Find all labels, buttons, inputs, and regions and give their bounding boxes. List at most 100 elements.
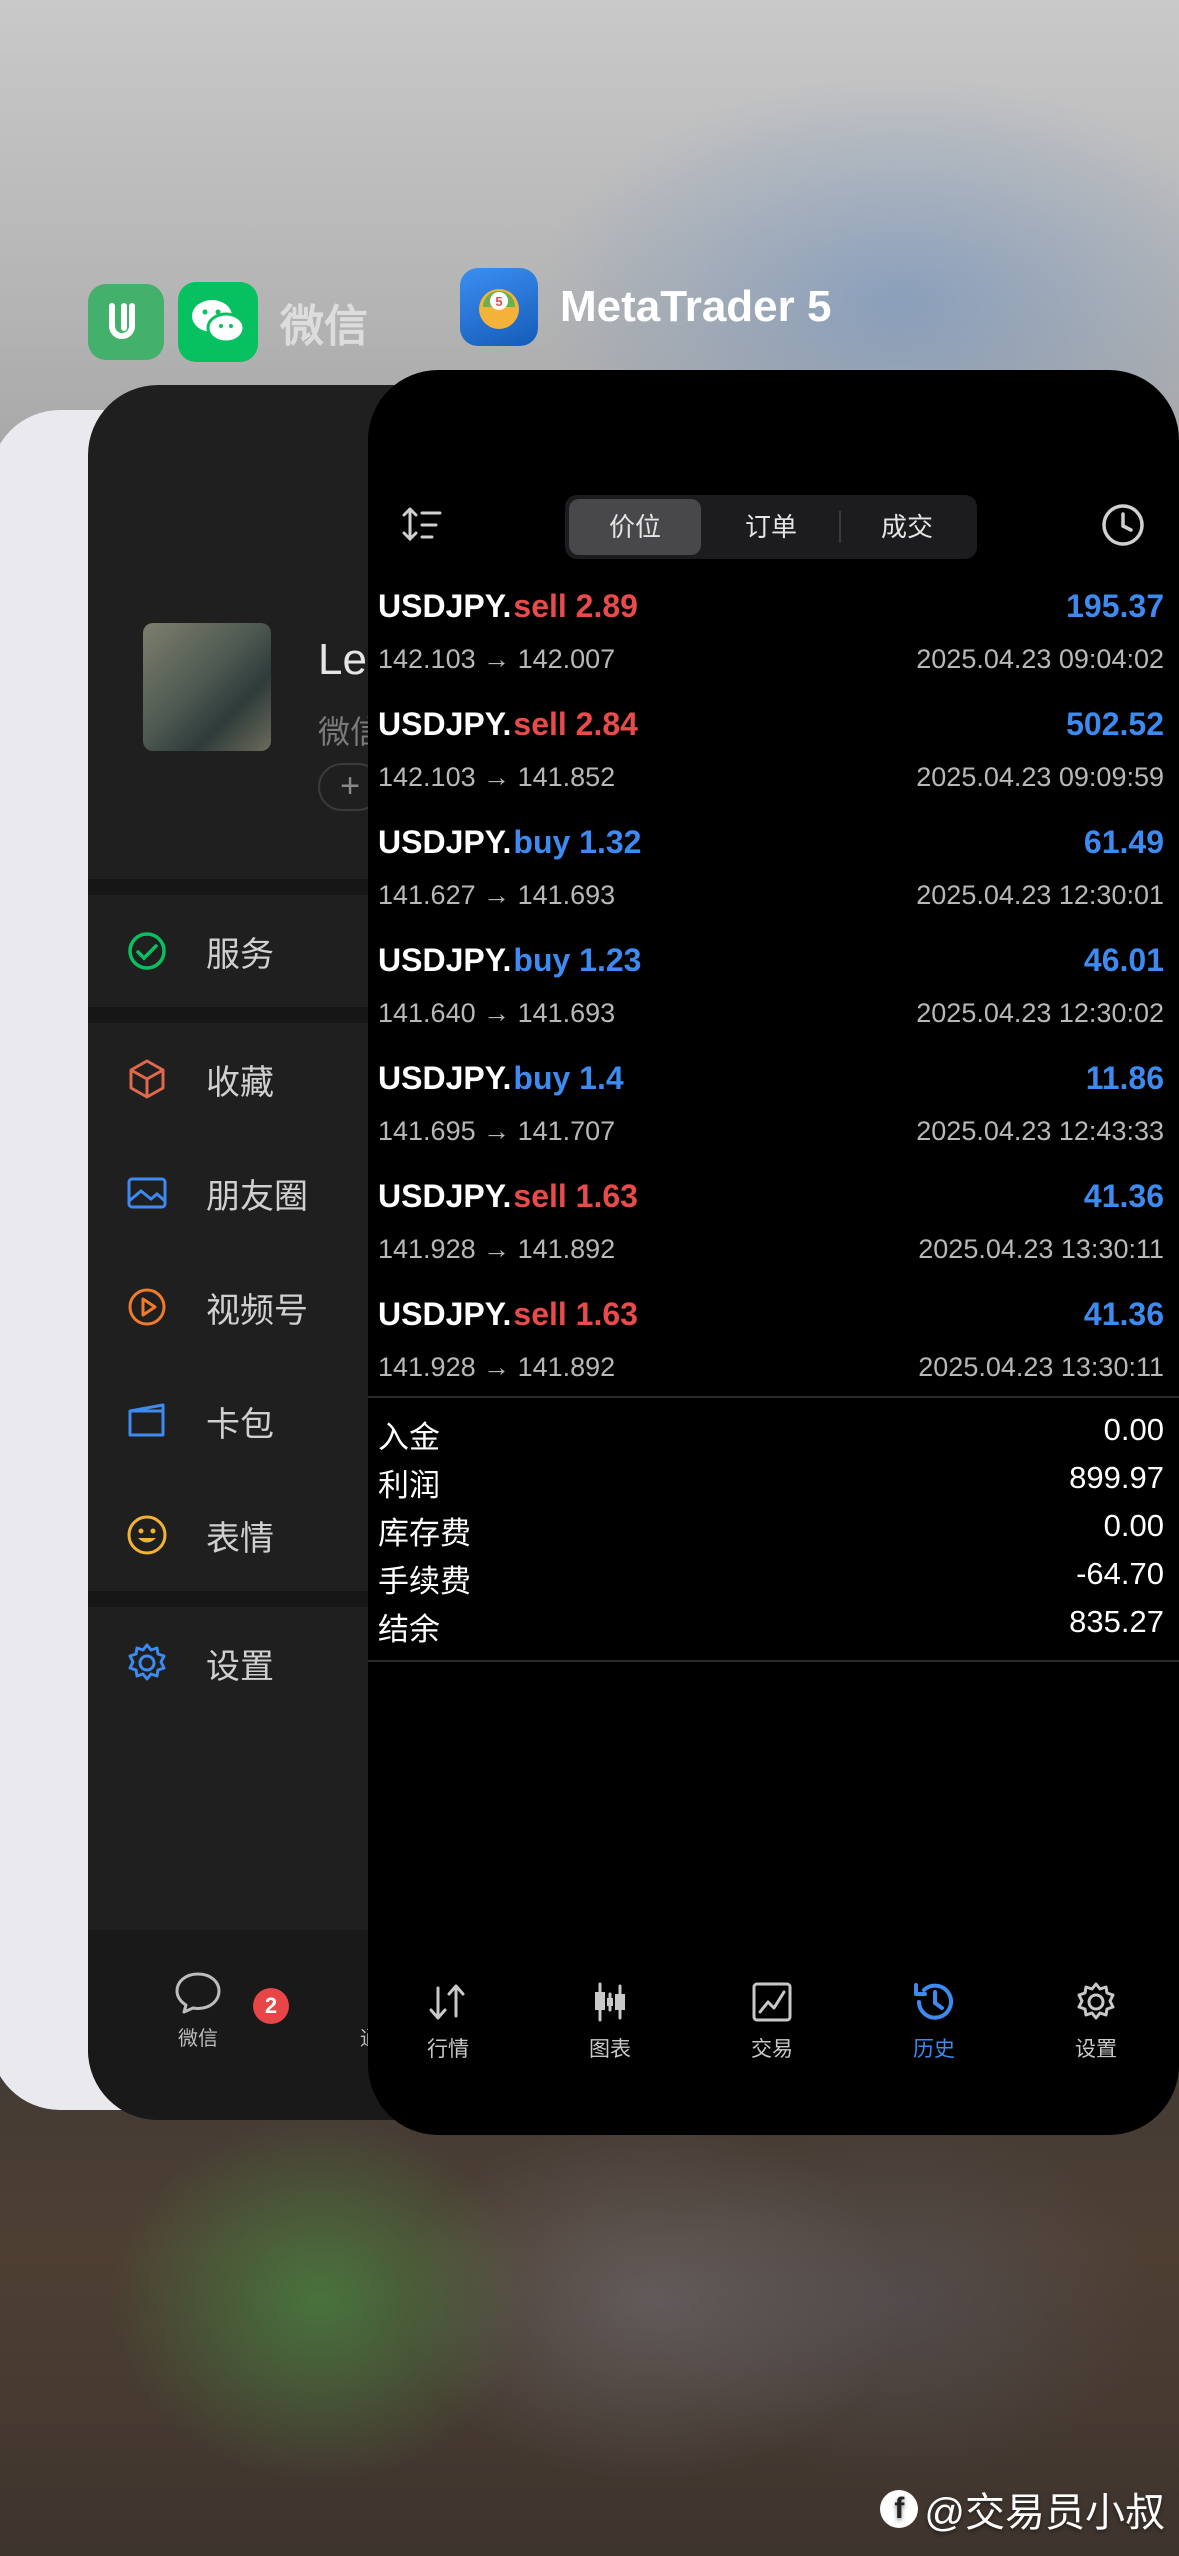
- deal-time: 2025.04.23 12:43:33: [916, 1116, 1164, 1146]
- tab-chats[interactable]: 微信 2: [148, 1970, 289, 2051]
- deal-row[interactable]: USDJPY.sell 2.84 502.52 142.103 → 141.85…: [378, 706, 1164, 824]
- deal-symbol-line: USDJPY.sell 1.63: [378, 1178, 638, 1215]
- deal-side: sell: [513, 1178, 567, 1214]
- deal-volume: 1.4: [579, 1060, 624, 1096]
- deal-symbol-line: USDJPY.buy 1.4: [378, 1060, 624, 1097]
- history-segmented-control: 价位 订单 成交: [565, 495, 977, 559]
- mt5-app-card[interactable]: 价位 订单 成交 USDJPY.sell 2.89 195.37 142.103…: [368, 370, 1179, 2135]
- wechat-app-label[interactable]: 微信: [88, 282, 368, 362]
- channels-play-icon: [124, 1284, 170, 1330]
- deal-side: sell: [513, 588, 567, 624]
- summary-label: 库存费: [378, 1516, 471, 1551]
- watermark-text: @交易员小叔: [924, 2491, 1165, 2535]
- profile-avatar[interactable]: [143, 623, 271, 751]
- deal-symbol-line: USDJPY.buy 1.23: [378, 942, 641, 979]
- watermark: f @交易员小叔: [880, 2480, 1165, 2538]
- tab-trade[interactable]: 交易: [712, 1977, 832, 2063]
- deal-time: 2025.04.23 09:09:59: [916, 762, 1164, 792]
- deal-prices: 141.640 → 141.693: [378, 998, 616, 1028]
- deal-symbol: USDJPY.: [378, 1060, 512, 1096]
- other-app-icon: [88, 284, 164, 360]
- deal-profit: 46.01: [1083, 942, 1164, 978]
- menu-item-label: 表情: [206, 1519, 274, 1558]
- deal-side: buy: [513, 1060, 571, 1096]
- deal-row[interactable]: USDJPY.buy 1.4 11.86 141.695 → 141.707 2…: [378, 1060, 1164, 1178]
- deal-prices: 141.695 → 141.707: [378, 1116, 616, 1146]
- favorites-cube-icon: [124, 1056, 170, 1102]
- quotes-arrows-icon: [388, 1977, 508, 2027]
- deal-prices: 141.627 → 141.693: [378, 880, 616, 910]
- tab-settings[interactable]: 设置: [1036, 1977, 1156, 2063]
- deal-profit: 41.36: [1083, 1178, 1164, 1214]
- menu-item-label: 朋友圈: [206, 1177, 308, 1216]
- deal-volume: 1.63: [575, 1178, 638, 1214]
- deal-time: 2025.04.23 12:30:02: [916, 998, 1164, 1028]
- summary-label: 入金: [378, 1420, 440, 1455]
- segment-orders[interactable]: 订单: [705, 499, 837, 555]
- chart-candles-icon: [550, 1977, 670, 2027]
- summary-row-balance: 结余 835.27: [378, 1604, 1164, 1652]
- deal-volume: 1.63: [575, 1296, 638, 1332]
- deal-symbol-line: USDJPY.sell 2.84: [378, 706, 638, 743]
- deal-side: sell: [513, 706, 567, 742]
- deal-profit: 11.86: [1085, 1060, 1164, 1096]
- menu-item-label: 设置: [206, 1647, 274, 1686]
- deal-row[interactable]: USDJPY.buy 1.32 61.49 141.627 → 141.693 …: [378, 824, 1164, 942]
- sticker-smile-icon: [124, 1512, 170, 1558]
- deal-profit: 502.52: [1066, 706, 1164, 742]
- settings-gear-icon: [124, 1640, 170, 1686]
- deal-symbol-line: USDJPY.sell 2.89: [378, 588, 638, 625]
- period-clock-icon[interactable]: [1100, 502, 1146, 553]
- deal-profit: 61.49: [1083, 824, 1164, 860]
- summary-row-swap: 库存费 0.00: [378, 1508, 1164, 1556]
- tab-chats-label: 微信: [178, 2028, 218, 2050]
- tab-history-label: 历史: [913, 2038, 955, 2061]
- summary-row-profit: 利润 899.97: [378, 1460, 1164, 1508]
- deal-symbol: USDJPY.: [378, 706, 512, 742]
- deal-volume: 1.32: [579, 824, 642, 860]
- deal-symbol: USDJPY.: [378, 1178, 512, 1214]
- deal-prices: 141.928 → 141.892: [378, 1352, 616, 1382]
- menu-item-label: 服务: [206, 935, 274, 974]
- deal-side: sell: [513, 1296, 567, 1332]
- profile-name: Le: [318, 635, 367, 684]
- summary-label: 手续费: [378, 1564, 471, 1599]
- facebook-icon: f: [880, 2490, 919, 2528]
- segment-deals[interactable]: 成交: [841, 499, 973, 555]
- deal-time: 2025.04.23 12:30:01: [916, 880, 1164, 910]
- unread-badge: 2: [253, 1988, 289, 2024]
- deal-row[interactable]: USDJPY.sell 2.89 195.37 142.103 → 142.00…: [378, 588, 1164, 706]
- mt5-app-icon: 5: [460, 268, 538, 346]
- summary-value: 899.97: [1069, 1460, 1164, 1495]
- deal-time: 2025.04.23 13:30:11: [918, 1234, 1164, 1264]
- deal-volume: 1.23: [579, 942, 642, 978]
- summary-bottom-divider: [368, 1660, 1179, 1662]
- tab-quotes-label: 行情: [427, 2038, 469, 2061]
- deal-symbol: USDJPY.: [378, 942, 512, 978]
- summary-row-commission: 手续费 -64.70: [378, 1556, 1164, 1604]
- mt5-app-label[interactable]: 5 MetaTrader 5: [460, 268, 831, 346]
- segment-positions[interactable]: 价位: [569, 499, 701, 555]
- tab-history[interactable]: 历史: [874, 1977, 994, 2063]
- deal-prices: 141.928 → 141.892: [378, 1234, 616, 1264]
- tab-charts[interactable]: 图表: [550, 1977, 670, 2063]
- deal-symbol: USDJPY.: [378, 1296, 512, 1332]
- sort-icon[interactable]: [402, 505, 444, 550]
- deal-symbol-line: USDJPY.sell 1.63: [378, 1296, 638, 1333]
- summary-label: 结余: [378, 1612, 440, 1647]
- deal-row[interactable]: USDJPY.buy 1.23 46.01 141.640 → 141.693 …: [378, 942, 1164, 1060]
- chat-bubble-icon: [148, 1970, 248, 2022]
- card-wallet-icon: [124, 1398, 170, 1444]
- deal-volume: 2.84: [575, 706, 638, 742]
- tab-quotes[interactable]: 行情: [388, 1977, 508, 2063]
- summary-top-divider: [368, 1396, 1179, 1398]
- deal-side: buy: [513, 942, 571, 978]
- summary-label: 利润: [378, 1468, 440, 1503]
- deal-time: 2025.04.23 09:04:02: [916, 644, 1164, 674]
- tab-charts-label: 图表: [589, 2038, 631, 2061]
- trade-chart-icon: [712, 1977, 832, 2027]
- wechat-app-name: 微信: [280, 302, 368, 351]
- deal-row[interactable]: USDJPY.sell 1.63 41.36 141.928 → 141.892…: [378, 1178, 1164, 1296]
- mt5-app-name: MetaTrader 5: [560, 282, 832, 331]
- menu-item-label: 卡包: [206, 1405, 274, 1444]
